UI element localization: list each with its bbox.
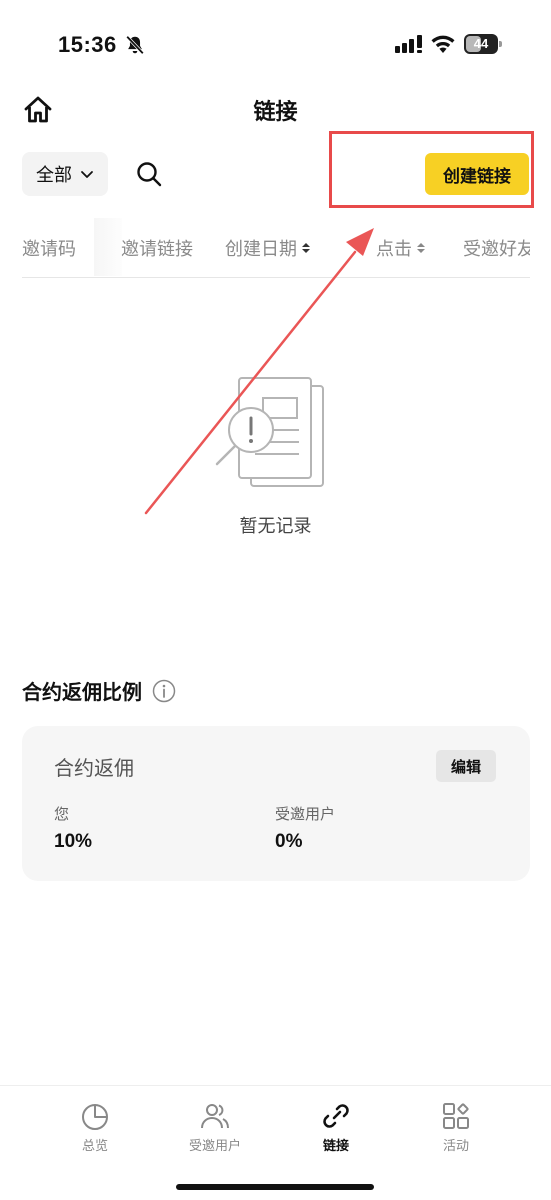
column-label: 邀请链接 <box>121 239 193 260</box>
sort-icon <box>302 243 310 253</box>
search-icon[interactable] <box>136 161 162 187</box>
edit-button[interactable]: 编辑 <box>436 750 496 782</box>
bottom-tab-bar: 总览 受邀用户 链接 活动 <box>0 1085 551 1200</box>
column-header-created-date[interactable]: 创建日期 <box>225 235 311 261</box>
tab-invited-users[interactable]: 受邀用户 <box>165 1100 265 1154</box>
battery-level: 44 <box>473 36 489 51</box>
empty-state-message: 暂无记录 <box>239 516 312 537</box>
tab-activities[interactable]: 活动 <box>406 1100 506 1154</box>
column-header-invite-link: 邀请链接 <box>121 235 193 261</box>
column-header-invited-friends: 受邀好友 <box>463 235 530 261</box>
column-label: 点击 <box>376 239 412 260</box>
chevron-down-icon <box>81 171 93 178</box>
column-divider-shadow <box>94 218 122 276</box>
apps-grid-icon <box>443 1103 469 1129</box>
status-bar: 15:36 44 <box>0 0 551 90</box>
info-icon[interactable] <box>152 679 176 703</box>
column-header-clicks[interactable]: 点击 <box>376 235 426 261</box>
tab-overview[interactable]: 总览 <box>45 1100 145 1154</box>
no-records-icon <box>215 377 324 487</box>
page-title: 链接 <box>253 100 298 125</box>
you-rate-label: 您 <box>54 805 70 823</box>
tab-label: 总览 <box>81 1139 108 1154</box>
annotation-highlight-box <box>329 131 534 208</box>
home-indicator <box>176 1184 374 1190</box>
wifi-icon <box>431 35 455 53</box>
battery-tip <box>499 41 502 47</box>
tab-links[interactable]: 链接 <box>286 1100 386 1154</box>
bell-slash-icon <box>126 35 144 55</box>
tab-label: 活动 <box>442 1139 469 1154</box>
column-label: 创建日期 <box>225 239 297 260</box>
section-title-text: 合约返佣比例 <box>22 680 142 704</box>
filter-dropdown[interactable]: 全部 <box>22 152 108 196</box>
column-header-invite-code: 邀请码 <box>22 235 76 261</box>
battery-icon: 44 <box>464 34 502 54</box>
tab-label: 链接 <box>322 1139 349 1154</box>
status-time: 15:36 <box>58 32 117 57</box>
invitee-rate-value: 0% <box>275 831 303 852</box>
column-label: 邀请码 <box>22 239 76 260</box>
rebate-section-title: 合约返佣比例 <box>22 676 176 705</box>
rebate-card: 合约返佣 编辑 您 10% 受邀用户 0% <box>22 726 530 881</box>
link-icon <box>323 1104 349 1128</box>
filter-value: 全部 <box>36 165 72 186</box>
empty-state: 暂无记录 <box>0 370 551 550</box>
pie-chart-icon <box>82 1104 108 1130</box>
tab-label: 受邀用户 <box>188 1139 241 1154</box>
card-title: 合约返佣 <box>54 756 134 780</box>
you-rate-value: 10% <box>54 831 93 852</box>
invitee-rate-label: 受邀用户 <box>275 805 336 823</box>
table-header: 邀请码 邀请链接 创建日期 点击 受邀好友 <box>22 218 530 278</box>
column-label: 受邀好友 <box>463 239 530 260</box>
sort-icon <box>417 243 425 253</box>
signal-icon <box>395 35 422 53</box>
battery-body: 44 <box>464 34 498 54</box>
users-icon <box>201 1104 229 1129</box>
nav-bar: 链接 <box>0 86 551 132</box>
